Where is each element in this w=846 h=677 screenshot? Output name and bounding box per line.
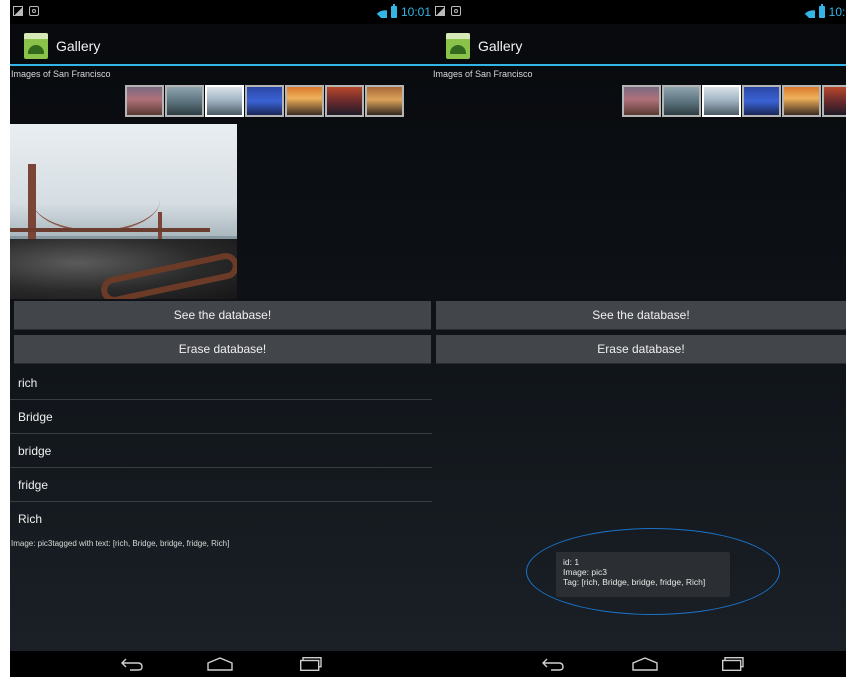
- home-icon[interactable]: [207, 657, 233, 671]
- picture-icon: [435, 6, 445, 16]
- list-item[interactable]: bridge: [10, 434, 434, 468]
- annotation-ellipse: [526, 528, 780, 615]
- thumbnail-2[interactable]: [165, 85, 204, 117]
- picture-icon: [13, 6, 23, 16]
- wifi-icon: [803, 6, 815, 18]
- result-text: Image: pic3tagged with text: [rich, Brid…: [11, 539, 230, 548]
- thumbnail-1[interactable]: [622, 85, 661, 117]
- status-time: 10:0: [828, 5, 846, 19]
- camera-icon: [451, 6, 461, 16]
- thumbnail-5[interactable]: [782, 85, 821, 117]
- thumbnail-4[interactable]: [742, 85, 781, 117]
- erase-database-button[interactable]: Erase database!: [436, 335, 846, 364]
- back-icon[interactable]: [121, 657, 143, 671]
- gallery-caption: Images of San Francisco: [11, 69, 111, 79]
- status-bar: 10:0: [432, 0, 846, 24]
- image-bridge-deck: [10, 228, 210, 232]
- home-icon[interactable]: [632, 657, 658, 671]
- erase-database-button[interactable]: Erase database!: [14, 335, 431, 364]
- thumbnail-4[interactable]: [245, 85, 284, 117]
- thumbnail-5[interactable]: [285, 85, 324, 117]
- app-title: Gallery: [56, 38, 101, 54]
- screen-left: 10:01 Gallery Images of San Francisco Se…: [10, 0, 434, 677]
- list-item[interactable]: fridge: [10, 468, 434, 502]
- screen-right: 10:0 Gallery Images of San Francisco See…: [432, 0, 846, 677]
- app-icon[interactable]: [24, 33, 48, 59]
- list-item[interactable]: rich: [10, 366, 434, 400]
- status-time: 10:01: [400, 5, 431, 19]
- battery-icon: [818, 4, 825, 18]
- thumbnail-2[interactable]: [662, 85, 701, 117]
- thumbnail-1[interactable]: [125, 85, 164, 117]
- image-bridge-cable: [32, 168, 160, 232]
- back-icon[interactable]: [542, 657, 564, 671]
- thumbnail-6[interactable]: [325, 85, 364, 117]
- action-bar: Gallery: [10, 24, 434, 66]
- see-database-button[interactable]: See the database!: [14, 301, 431, 330]
- navigation-bar: [10, 651, 434, 677]
- gallery-caption: Images of San Francisco: [433, 69, 533, 79]
- thumbnail-3[interactable]: [702, 85, 741, 117]
- wifi-icon: [375, 6, 387, 18]
- battery-icon: [390, 4, 397, 18]
- status-bar: 10:01: [10, 0, 434, 24]
- thumbnail-7[interactable]: [365, 85, 404, 117]
- action-bar: Gallery: [432, 24, 846, 66]
- thumbnail-strip[interactable]: [622, 85, 846, 117]
- navigation-bar: [432, 651, 846, 677]
- list-item[interactable]: Rich: [10, 502, 434, 536]
- list-item[interactable]: Bridge: [10, 400, 434, 434]
- thumbnail-strip[interactable]: [125, 85, 404, 117]
- thumbnail-3[interactable]: [205, 85, 244, 117]
- thumbnail-6[interactable]: [822, 85, 846, 117]
- app-icon[interactable]: [446, 33, 470, 59]
- recent-apps-icon[interactable]: [722, 657, 744, 671]
- camera-icon: [29, 6, 39, 16]
- recent-apps-icon[interactable]: [300, 657, 322, 671]
- tag-list: rich Bridge bridge fridge Rich: [10, 366, 434, 536]
- app-title: Gallery: [478, 38, 523, 54]
- selected-image: [10, 124, 237, 299]
- see-database-button[interactable]: See the database!: [436, 301, 846, 330]
